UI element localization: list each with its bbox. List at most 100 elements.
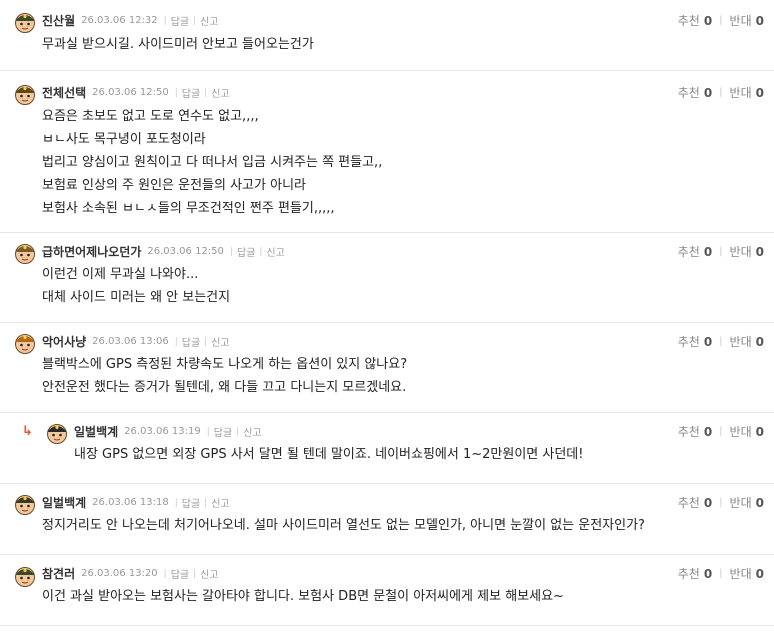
upvote-count: 0 <box>703 425 713 439</box>
downvote-button[interactable]: 반대 0 <box>730 565 764 582</box>
comment-date: 26.03.06 13:06 <box>92 336 169 347</box>
comment-item: 악어사냥 26.03.06 13:06 | 답글 | 신고 추천 0 | 반대 0 블랙박스에 GPS… <box>0 323 774 413</box>
comment-header: 악어사냥 26.03.06 13:06 | 답글 | 신고 <box>42 333 230 350</box>
upvote-button[interactable]: 추천 0 <box>678 243 712 260</box>
comment-body: 정지거리도 안 나오는데 처기어나오네. 설마 사이드미러 열선도 없는 모델인… <box>42 514 645 537</box>
divider: | <box>719 87 723 98</box>
reply-button[interactable]: 답글 <box>214 424 232 439</box>
reply-button[interactable]: 답글 <box>182 334 200 349</box>
downvote-label: 반대 <box>729 496 752 510</box>
vote-controls: 추천 0 | 반대 0 <box>678 565 764 582</box>
upvote-button[interactable]: 추천 0 <box>678 12 712 29</box>
author-name[interactable]: 일벌백계 <box>74 423 118 440</box>
upvote-count: 0 <box>703 245 713 259</box>
comment-header: 진산월 26.03.06 12:32 | 답글 | 신고 <box>42 12 219 29</box>
comment-text-line: 법리고 양심이고 원칙이고 다 떠나서 입금 시켜주는 쪽 편들고,, <box>42 155 383 170</box>
upvote-count: 0 <box>703 14 713 28</box>
comment-text-line: ㅂㄴ사도 목구녕이 포도청이라 <box>42 132 206 147</box>
vote-controls: 추천 0 | 반대 0 <box>678 84 764 101</box>
downvote-button[interactable]: 반대 0 <box>730 333 764 350</box>
downvote-count: 0 <box>755 567 764 581</box>
divider: | <box>174 497 178 508</box>
comment-text-line: 보험사 소속된 ㅂㄴㅅ들의 무조건적인 쩐주 편들기,,,,, <box>42 201 335 216</box>
comment-date: 26.03.06 12:32 <box>81 15 158 26</box>
upvote-button[interactable]: 추천 0 <box>678 333 712 350</box>
author-name[interactable]: 참견러 <box>42 565 75 582</box>
report-button[interactable]: 신고 <box>243 424 261 439</box>
reply-button[interactable]: 답글 <box>171 13 189 28</box>
report-button[interactable]: 신고 <box>211 334 229 349</box>
divider: | <box>204 497 208 508</box>
comment-date: 26.03.06 13:18 <box>92 497 169 508</box>
downvote-button[interactable]: 반대 0 <box>730 494 764 511</box>
upvote-label: 추천 <box>677 245 700 259</box>
comment-header: 급하면어제나오던가 26.03.06 12:50 | 답글 | 신고 <box>42 243 285 260</box>
report-button[interactable]: 신고 <box>211 85 229 100</box>
divider: | <box>719 246 723 257</box>
comment-item: 일벌백계 26.03.06 13:18 | 답글 | 신고 추천 0 | 반대 0 정지거리도 안 나… <box>0 484 774 555</box>
downvote-button[interactable]: 반대 0 <box>730 12 764 29</box>
comment-item: 진산월 26.03.06 12:32 | 답글 | 신고 추천 0 | 반대 0 무과실 받으시길. … <box>0 0 774 71</box>
downvote-count: 0 <box>755 14 764 28</box>
divider: | <box>206 426 210 437</box>
upvote-label: 추천 <box>677 425 700 439</box>
avatar <box>14 242 36 264</box>
comment-item: 급하면어제나오던가 26.03.06 12:50 | 답글 | 신고 추천 0 | 반대 0 이런건 … <box>0 233 774 323</box>
downvote-label: 반대 <box>729 567 752 581</box>
vote-controls: 추천 0 | 반대 0 <box>678 12 764 29</box>
divider: | <box>719 568 723 579</box>
comment-date: 26.03.06 13:19 <box>124 426 201 437</box>
avatar <box>14 11 36 33</box>
downvote-label: 반대 <box>729 425 752 439</box>
reply-comment: ↳ 일벌백계 26.03.06 13:19 | 답글 | 신고 추천 0 | 반대 0 내장 GPS 없… <box>0 413 774 484</box>
report-button[interactable]: 신고 <box>200 13 218 28</box>
upvote-count: 0 <box>703 86 713 100</box>
downvote-button[interactable]: 반대 0 <box>730 243 764 260</box>
downvote-label: 반대 <box>729 86 752 100</box>
divider: | <box>163 568 167 579</box>
author-name[interactable]: 급하면어제나오던가 <box>42 243 141 260</box>
downvote-label: 반대 <box>729 14 752 28</box>
comment-body: 이건 과실 받아오는 보험사는 갈아타야 합니다. 보험사 DB면 문철이 아저… <box>42 585 564 608</box>
downvote-button[interactable]: 반대 0 <box>730 84 764 101</box>
comment-header: 전체선택 26.03.06 12:50 | 답글 | 신고 <box>42 84 230 101</box>
downvote-count: 0 <box>755 425 764 439</box>
upvote-count: 0 <box>703 335 713 349</box>
downvote-button[interactable]: 반대 0 <box>730 423 764 440</box>
reply-button[interactable]: 답글 <box>171 566 189 581</box>
comment-text-line: 이건 과실 받아오는 보험사는 갈아타야 합니다. 보험사 DB면 문철이 아저… <box>42 589 564 604</box>
divider: | <box>719 426 723 437</box>
comment-text-line: 대체 사이드 미러는 왜 안 보는건지 <box>42 290 231 305</box>
comment-item: 전체선택 26.03.06 12:50 | 답글 | 신고 추천 0 | 반대 0 요즘은 초보도 없… <box>0 71 774 233</box>
divider: | <box>204 87 208 98</box>
avatar <box>14 83 36 105</box>
avatar <box>14 565 36 587</box>
avatar <box>14 493 36 515</box>
upvote-label: 추천 <box>677 14 700 28</box>
report-button[interactable]: 신고 <box>200 566 218 581</box>
comment-text-line: 무과실 받으시길. 사이드미러 안보고 들어오는건가 <box>42 37 314 52</box>
divider: | <box>229 246 233 257</box>
author-name[interactable]: 전체선택 <box>42 84 86 101</box>
upvote-button[interactable]: 추천 0 <box>678 565 712 582</box>
comment-text-line: 안전운전 했다는 증거가 될텐데, 왜 다들 끄고 다니는지 모르겠네요. <box>42 380 407 395</box>
upvote-button[interactable]: 추천 0 <box>678 84 712 101</box>
upvote-button[interactable]: 추천 0 <box>678 423 712 440</box>
report-button[interactable]: 신고 <box>211 495 229 510</box>
author-name[interactable]: 진산월 <box>42 12 75 29</box>
vote-controls: 추천 0 | 반대 0 <box>678 423 764 440</box>
upvote-button[interactable]: 추천 0 <box>678 494 712 511</box>
author-name[interactable]: 악어사냥 <box>42 333 86 350</box>
upvote-label: 추천 <box>677 335 700 349</box>
vote-controls: 추천 0 | 반대 0 <box>678 494 764 511</box>
report-button[interactable]: 신고 <box>266 244 284 259</box>
reply-button[interactable]: 답글 <box>182 495 200 510</box>
reply-button[interactable]: 답글 <box>182 85 200 100</box>
author-name[interactable]: 일벌백계 <box>42 494 86 511</box>
reply-arrow-icon: ↳ <box>22 424 33 439</box>
comment-text-line: 요즘은 초보도 없고 도로 연수도 없고,,,, <box>42 109 259 124</box>
upvote-count: 0 <box>703 496 713 510</box>
upvote-label: 추천 <box>677 496 700 510</box>
reply-button[interactable]: 답글 <box>237 244 255 259</box>
vote-controls: 추천 0 | 반대 0 <box>678 243 764 260</box>
